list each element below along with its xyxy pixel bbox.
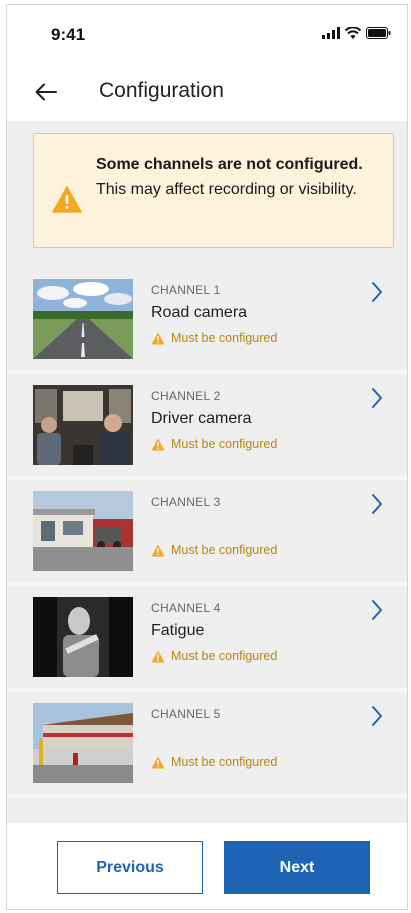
- channel-number: CHANNEL 1: [151, 283, 221, 297]
- warning-icon: [151, 438, 165, 450]
- arrow-left-icon: [35, 83, 57, 101]
- warning-banner: Some channels are not configured. This m…: [33, 133, 394, 248]
- chevron-right-icon: [372, 388, 382, 408]
- footer-actions: Previous Next: [7, 823, 407, 909]
- channel-status: Must be configured: [151, 755, 277, 769]
- channel-number: CHANNEL 4: [151, 601, 221, 615]
- channel-5-thumbnail: [33, 703, 133, 783]
- channel-status-text: Must be configured: [171, 649, 278, 663]
- warning-icon: [151, 650, 165, 662]
- banner-body-text: This may affect recording or visibility.: [96, 181, 357, 198]
- phone-screen: 9:41 Configuration Some channels are not…: [6, 4, 408, 910]
- channel-status: Must be configured: [151, 649, 277, 663]
- page-title: Configuration: [99, 79, 224, 102]
- channel-row-3[interactable]: CHANNEL 3 Must be configured: [7, 480, 407, 586]
- channel-name: Fatigue: [151, 622, 205, 639]
- channel-row-2[interactable]: CHANNEL 2 Driver camera Must be configur…: [7, 374, 407, 480]
- channel-row-1[interactable]: CHANNEL 1 Road camera Must be configured: [7, 268, 407, 374]
- channel-status-text: Must be configured: [171, 755, 278, 769]
- channel-number: CHANNEL 3: [151, 495, 221, 509]
- channel-3-thumbnail: [33, 491, 133, 571]
- channel-status: Must be configured: [151, 331, 277, 345]
- battery-icon: [366, 27, 391, 39]
- banner-bold-text: Some channels are not configured.: [96, 156, 363, 173]
- channel-row-5[interactable]: CHANNEL 5 Must be configured: [7, 692, 407, 798]
- wifi-icon: [345, 27, 361, 39]
- channel-row-4[interactable]: CHANNEL 4 Fatigue Must be configured: [7, 586, 407, 692]
- channel-number: CHANNEL 2: [151, 389, 221, 403]
- channel-list: CHANNEL 1 Road camera Must be configured: [7, 268, 407, 798]
- signal-icon: [322, 27, 340, 39]
- app-bar: Configuration: [7, 63, 407, 121]
- chevron-right-icon: [372, 494, 382, 514]
- chevron-right-icon: [372, 706, 382, 726]
- warning-icon: [151, 544, 165, 556]
- banner-text: Some channels are not configured. This m…: [96, 152, 381, 202]
- channel-1-thumbnail: [33, 279, 133, 359]
- channel-status: Must be configured: [151, 437, 277, 451]
- channel-status-text: Must be configured: [171, 437, 278, 451]
- warning-icon: [151, 332, 165, 344]
- status-bar: 9:41: [7, 5, 407, 63]
- warning-icon: [151, 756, 165, 768]
- status-time: 9:41: [51, 25, 86, 44]
- chevron-right-icon: [372, 600, 382, 620]
- channel-name: Road camera: [151, 304, 248, 321]
- channel-status-text: Must be configured: [171, 331, 278, 345]
- channel-status: Must be configured: [151, 543, 277, 557]
- channel-name: Driver camera: [151, 410, 252, 427]
- previous-button[interactable]: Previous: [57, 841, 203, 894]
- back-button[interactable]: [31, 77, 61, 107]
- warning-icon: [52, 186, 82, 213]
- channel-2-thumbnail: [33, 385, 133, 465]
- content-area: Some channels are not configured. This m…: [7, 121, 407, 823]
- channel-number: CHANNEL 5: [151, 707, 221, 721]
- channel-4-thumbnail: [33, 597, 133, 677]
- chevron-right-icon: [372, 282, 382, 302]
- channel-status-text: Must be configured: [171, 543, 278, 557]
- next-button[interactable]: Next: [224, 841, 370, 894]
- status-icons: [322, 27, 391, 39]
